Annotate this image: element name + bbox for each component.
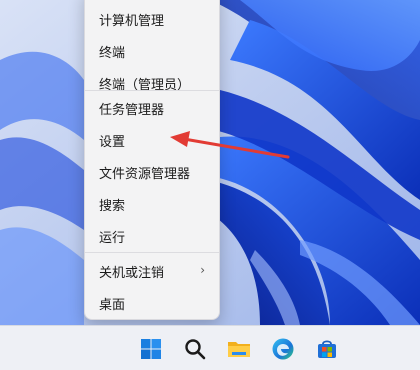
taskbar-search-button[interactable] <box>176 330 214 368</box>
microsoft-store-button[interactable] <box>308 330 346 368</box>
menu-item-desktop[interactable]: 桌面 <box>89 289 215 317</box>
menu-item-computer-management[interactable]: 计算机管理 <box>89 5 215 33</box>
menu-item-label: 搜索 <box>99 198 126 214</box>
menu-separator <box>85 252 219 253</box>
menu-item-label: 设置 <box>99 134 126 150</box>
taskbar <box>0 325 420 370</box>
winx-context-menu: 计算机管理 终端 终端（管理员） 任务管理器 设置 文件资源管理器 搜索 运行 … <box>84 0 220 320</box>
menu-item-label: 关机或注销 <box>99 265 165 281</box>
microsoft-store-icon <box>318 340 336 358</box>
menu-item-shutdown-signout[interactable]: 关机或注销 › <box>89 257 215 285</box>
menu-item-task-manager[interactable]: 任务管理器 <box>89 94 215 122</box>
search-icon <box>185 339 206 360</box>
windows-start-icon <box>141 339 161 359</box>
menu-separator <box>85 90 219 91</box>
menu-item-search[interactable]: 搜索 <box>89 190 215 218</box>
menu-item-label: 任务管理器 <box>99 102 165 118</box>
menu-item-label: 终端 <box>99 45 126 61</box>
chevron-right-icon: › <box>200 263 205 277</box>
edge-browser-button[interactable] <box>264 330 302 368</box>
menu-item-terminal-admin[interactable]: 终端（管理员） <box>89 69 215 97</box>
menu-item-terminal[interactable]: 终端 <box>89 37 215 65</box>
menu-item-label: 桌面 <box>99 297 126 313</box>
menu-item-file-explorer[interactable]: 文件资源管理器 <box>89 158 215 186</box>
file-explorer-button[interactable] <box>220 330 258 368</box>
edge-browser-icon <box>272 338 294 360</box>
menu-item-label: 文件资源管理器 <box>99 166 191 182</box>
menu-item-label: 计算机管理 <box>99 13 165 29</box>
file-explorer-icon <box>228 342 250 357</box>
menu-item-settings[interactable]: 设置 <box>89 126 215 154</box>
menu-item-label: 运行 <box>99 230 126 246</box>
start-button[interactable] <box>132 330 170 368</box>
menu-item-run[interactable]: 运行 <box>89 222 215 250</box>
desktop-screen: 计算机管理 终端 终端（管理员） 任务管理器 设置 文件资源管理器 搜索 运行 … <box>0 0 420 370</box>
